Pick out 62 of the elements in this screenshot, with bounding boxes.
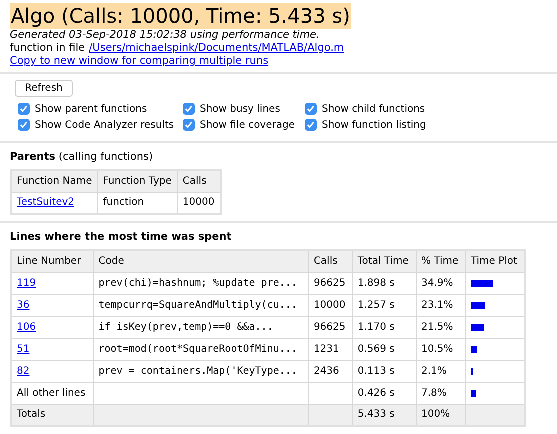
checkbox[interactable]: [183, 103, 195, 115]
checkbox-label: Show parent functions: [35, 104, 148, 114]
table-cell: 1231: [308, 338, 352, 360]
column-header: Calls: [308, 250, 352, 272]
table-cell: function: [98, 192, 178, 214]
code-text: prev = containers.Map('KeyType...: [98, 366, 298, 376]
column-header: Function Type: [98, 170, 178, 192]
table-cell: All other lines: [11, 382, 94, 404]
table-cell: 0.569 s: [352, 338, 416, 360]
checkbox-label: Show Code Analyzer results: [35, 120, 174, 130]
section-heading: Lines where the most time was spent: [10, 231, 233, 243]
table-cell: 96625: [308, 316, 352, 338]
checkbox[interactable]: [305, 103, 317, 115]
table-cell: 1.170 s: [352, 316, 416, 338]
table-cell: 34.9%: [416, 272, 466, 294]
line-link[interactable]: 106: [17, 322, 36, 332]
column-header: Time Plot: [465, 250, 525, 272]
line-link[interactable]: 51: [17, 344, 30, 354]
code-text: prev(chi)=hashnum; %update pre...: [98, 278, 298, 288]
table-cell: 100%: [416, 404, 466, 426]
column-header: Function Name: [11, 170, 98, 192]
table-cell: Totals: [11, 404, 94, 426]
table-cell: 0.113 s: [352, 360, 416, 382]
file-label: function in file: [10, 42, 86, 55]
checkbox-label: Show file coverage: [200, 120, 295, 130]
copy-link[interactable]: Copy to new window for comparing multiple runs: [10, 55, 269, 68]
table-cell: 21.5%: [416, 316, 466, 338]
table-cell: 2436: [308, 360, 352, 382]
code-text: tempcurrq=SquareAndMultiply(cu...: [98, 300, 298, 310]
table-cell: 5.433 s: [352, 404, 416, 426]
column-header: Line Number: [11, 250, 94, 272]
table-cell: 7.8%: [416, 382, 466, 404]
table-cell: 10.5%: [416, 338, 466, 360]
checkbox[interactable]: [18, 119, 30, 131]
checkbox[interactable]: [183, 119, 195, 131]
column-header: Total Time: [352, 250, 416, 272]
code-text: if isKey(prev,temp)==0 &&a...: [98, 322, 274, 332]
table-cell: 23.1%: [416, 294, 466, 316]
table-cell: 0.426 s: [352, 382, 416, 404]
checkbox[interactable]: [18, 103, 30, 115]
checkbox-label: Show child functions: [322, 104, 426, 114]
checkbox-label: Show busy lines: [200, 104, 280, 114]
column-header: Code: [93, 250, 308, 272]
line-link[interactable]: 119: [17, 278, 36, 288]
table-cell: 1.898 s: [352, 272, 416, 294]
section-heading: Parents (calling functions): [10, 151, 154, 163]
table-cell: 10000: [177, 192, 221, 214]
table-cell: 1.257 s: [352, 294, 416, 316]
column-header: Calls: [177, 170, 221, 192]
file-link[interactable]: /Users/michaelspink/Documents/MATLAB/Algo.m: [89, 42, 344, 55]
table-cell: 2.1%: [416, 360, 466, 382]
checkbox[interactable]: [305, 119, 317, 131]
page-title: Algo (Calls: 10000, Time: 5.433 s): [10, 3, 352, 29]
code-text: root=mod(root*SquareRootOfMinu...: [98, 344, 298, 354]
table-cell: 10000: [308, 294, 352, 316]
line-link[interactable]: 36: [17, 300, 30, 310]
refresh-button[interactable]: Refresh: [15, 80, 73, 97]
table-cell: 96625: [308, 272, 352, 294]
column-header: % Time: [416, 250, 466, 272]
line-link[interactable]: 82: [17, 366, 30, 376]
checkbox-label: Show function listing: [322, 120, 426, 130]
generated-text: Generated 03-Sep-2018 15:02:38 using performance time.: [10, 29, 321, 42]
